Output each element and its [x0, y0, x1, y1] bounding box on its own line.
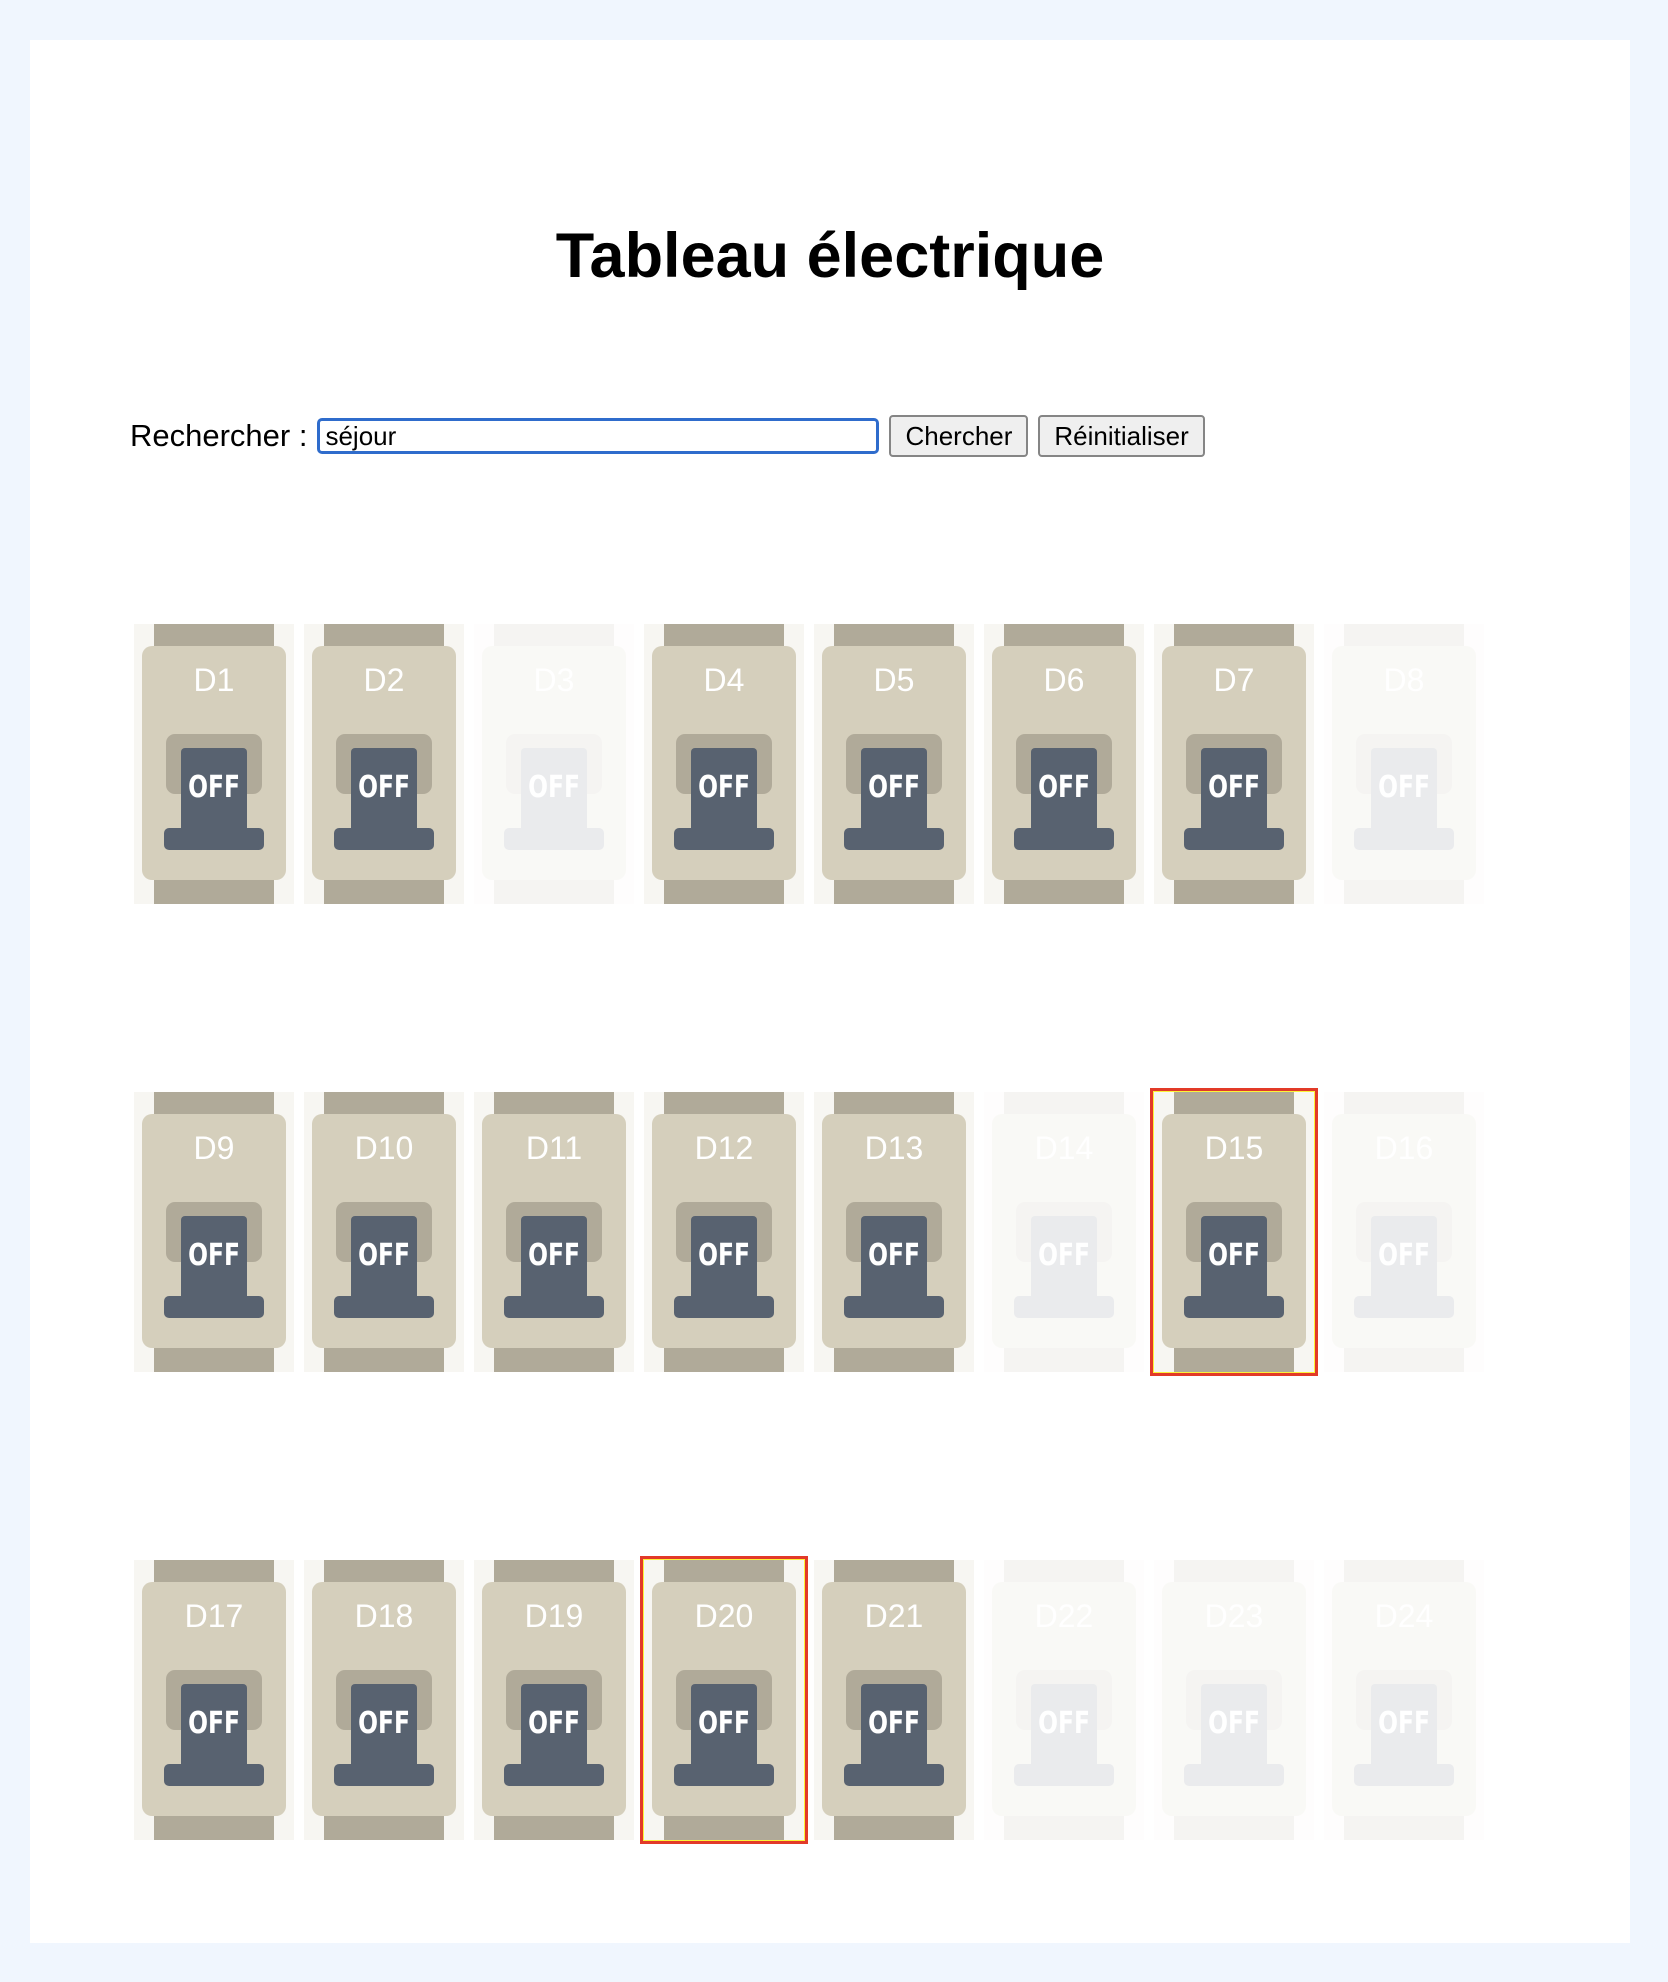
- breaker-d23[interactable]: D23 OFF: [1154, 1560, 1314, 1840]
- breaker-label: D5: [873, 662, 915, 698]
- reset-button[interactable]: Réinitialiser: [1038, 415, 1205, 457]
- switch-state-label: OFF: [868, 770, 920, 805]
- breaker-label: D9: [193, 1130, 235, 1166]
- breaker-d24[interactable]: D24 OFF: [1324, 1560, 1484, 1840]
- search-input[interactable]: [317, 418, 880, 454]
- breaker-label: D18: [354, 1598, 414, 1634]
- switch-state-label: OFF: [358, 1238, 410, 1273]
- breaker-d21[interactable]: D21 OFF: [814, 1560, 974, 1840]
- breaker-d10[interactable]: D10 OFF: [304, 1092, 464, 1372]
- breaker-d3[interactable]: D3 OFF: [474, 624, 634, 904]
- switch-state-label: OFF: [188, 1706, 240, 1741]
- breaker-d20[interactable]: D20 OFF: [640, 1556, 808, 1844]
- breaker-label: D3: [533, 662, 575, 698]
- breaker-d9[interactable]: D9 OFF: [134, 1092, 294, 1372]
- search-label: Rechercher :: [130, 418, 308, 453]
- breaker-d6[interactable]: D6 OFF: [984, 624, 1144, 904]
- breaker-d11[interactable]: D11 OFF: [474, 1092, 634, 1372]
- breaker-d2[interactable]: D2 OFF: [304, 624, 464, 904]
- breaker-label: D2: [363, 662, 405, 698]
- switch-state-label: OFF: [698, 770, 750, 805]
- breaker-label: D7: [1213, 662, 1255, 698]
- switch-state-label: OFF: [868, 1238, 920, 1273]
- switch-state-label: OFF: [1378, 1238, 1430, 1273]
- search-button[interactable]: Chercher: [889, 415, 1029, 457]
- breaker-label: D14: [1034, 1130, 1094, 1166]
- switch-state-label: OFF: [1378, 770, 1430, 805]
- switch-state-label: OFF: [528, 1706, 580, 1741]
- switch-state-label: OFF: [698, 1238, 750, 1273]
- breaker-d12[interactable]: D12 OFF: [644, 1092, 804, 1372]
- switch-state-label: OFF: [1208, 1706, 1260, 1741]
- switch-state-label: OFF: [1038, 1706, 1090, 1741]
- switch-state-label: OFF: [1208, 1238, 1260, 1273]
- breaker-d8[interactable]: D8 OFF: [1324, 624, 1484, 904]
- search-bar: Rechercher : Chercher Réinitialiser: [130, 414, 1205, 458]
- breaker-label: D22: [1034, 1598, 1094, 1634]
- breaker-label: D6: [1043, 662, 1085, 698]
- breaker-label: D10: [354, 1130, 414, 1166]
- breaker-d17[interactable]: D17 OFF: [134, 1560, 294, 1840]
- breaker-label: D21: [864, 1598, 924, 1634]
- switch-state-label: OFF: [1038, 770, 1090, 805]
- breaker-d4[interactable]: D4 OFF: [644, 624, 804, 904]
- switch-state-label: OFF: [698, 1706, 750, 1741]
- breaker-label: D17: [184, 1598, 244, 1634]
- breaker-d16[interactable]: D16 OFF: [1324, 1092, 1484, 1372]
- switch-state-label: OFF: [528, 1238, 580, 1273]
- switch-state-label: OFF: [1038, 1238, 1090, 1273]
- switch-state-label: OFF: [528, 770, 580, 805]
- breaker-d15[interactable]: D15 OFF: [1150, 1088, 1318, 1376]
- breaker-label: D19: [524, 1598, 584, 1634]
- breaker-d22[interactable]: D22 OFF: [984, 1560, 1144, 1840]
- breaker-d5[interactable]: D5 OFF: [814, 624, 974, 904]
- switch-state-label: OFF: [188, 1238, 240, 1273]
- breaker-d19[interactable]: D19 OFF: [474, 1560, 634, 1840]
- switch-state-label: OFF: [188, 770, 240, 805]
- breaker-d18[interactable]: D18 OFF: [304, 1560, 464, 1840]
- breaker-label: D24: [1374, 1598, 1434, 1634]
- breaker-d14[interactable]: D14 OFF: [984, 1092, 1144, 1372]
- switch-state-label: OFF: [358, 1706, 410, 1741]
- switch-state-label: OFF: [358, 770, 410, 805]
- switch-state-label: OFF: [868, 1706, 920, 1741]
- breaker-d7[interactable]: D7 OFF: [1154, 624, 1314, 904]
- switch-state-label: OFF: [1208, 770, 1260, 805]
- breaker-label: D13: [864, 1130, 924, 1166]
- breaker-d13[interactable]: D13 OFF: [814, 1092, 974, 1372]
- breaker-label: D16: [1374, 1130, 1434, 1166]
- page-title: Tableau électrique: [555, 221, 1105, 291]
- breaker-label: D12: [694, 1130, 754, 1166]
- breaker-d1[interactable]: D1 OFF: [134, 624, 294, 904]
- breaker-label: D4: [703, 662, 745, 698]
- breaker-label: D1: [193, 662, 235, 698]
- panel: Tableau électrique Rechercher : Chercher…: [30, 40, 1630, 1943]
- breaker-label: D8: [1383, 662, 1425, 698]
- switch-state-label: OFF: [1378, 1706, 1430, 1741]
- breaker-label: D23: [1204, 1598, 1264, 1634]
- breaker-label: D15: [1204, 1130, 1264, 1166]
- breaker-label: D11: [525, 1130, 583, 1166]
- breaker-label: D20: [694, 1598, 754, 1634]
